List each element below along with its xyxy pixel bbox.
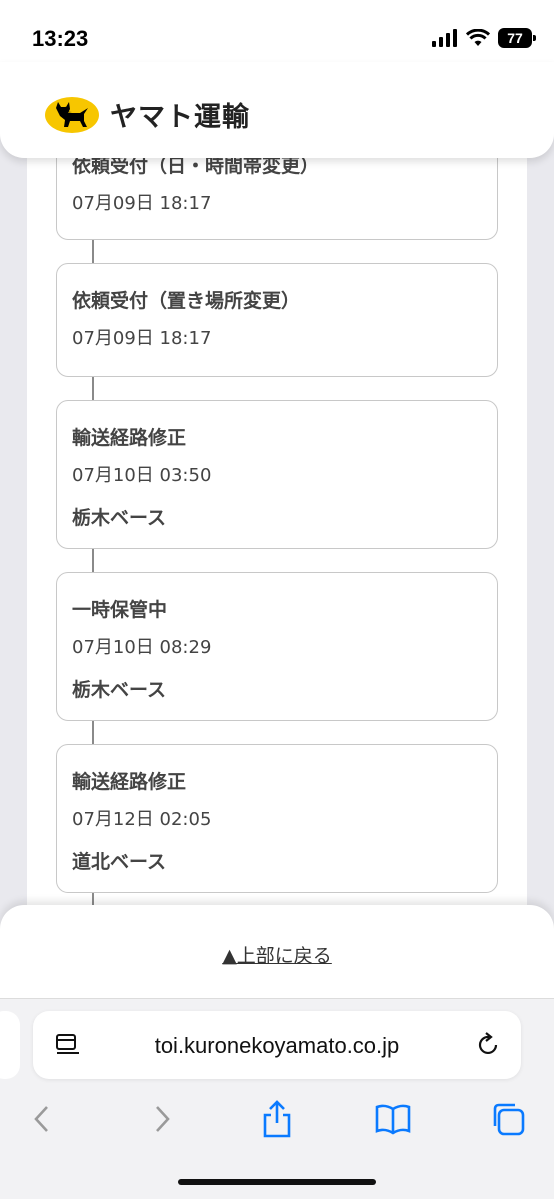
- event-datetime: 07月10日 08:29: [72, 637, 212, 658]
- event-datetime: 07月12日 02:05: [72, 809, 212, 830]
- event-datetime: 07月09日 18:17: [72, 328, 212, 349]
- logo-text: ヤマト運輸: [110, 102, 250, 133]
- address-bar[interactable]: toi.kuronekoyamato.co.jp: [33, 1011, 521, 1079]
- event-title: 一時保管中: [72, 599, 168, 621]
- event-title: 輸送経路修正: [72, 427, 187, 449]
- event-datetime: 07月09日 18:17: [72, 193, 212, 214]
- tracking-event-card: 輸送経路修正 07月10日 03:50 栃木ベース: [56, 400, 498, 549]
- browser-toolbar: toi.kuronekoyamato.co.jp: [0, 998, 554, 1199]
- previous-tab-pill[interactable]: [0, 1011, 20, 1079]
- yamato-logo[interactable]: ヤマト運輸: [44, 95, 250, 134]
- home-indicator: [178, 1179, 376, 1185]
- tracking-event-card: 一時保管中 07月10日 08:29 栃木ベース: [56, 572, 498, 721]
- back-to-top-link[interactable]: ▲上部に戻る: [0, 941, 554, 968]
- event-title: 輸送経路修正: [72, 771, 187, 793]
- back-chevron-icon[interactable]: [22, 1099, 62, 1139]
- bookmarks-book-icon[interactable]: [373, 1099, 413, 1139]
- tracking-event-card: 輸送経路修正 07月12日 02:05 道北ベース: [56, 744, 498, 893]
- event-datetime: 07月10日 03:50: [72, 465, 212, 486]
- event-title: 依頼受付（置き場所変更）: [72, 290, 301, 312]
- status-icons: 77: [432, 28, 536, 48]
- forward-chevron-icon[interactable]: [142, 1099, 182, 1139]
- site-header: ヤマト運輸: [0, 62, 554, 158]
- wifi-icon: [466, 29, 490, 46]
- browser-nav-row: [0, 1099, 554, 1139]
- tracking-event-card: 依頼受付（置き場所変更） 07月09日 18:17: [56, 263, 498, 377]
- event-location: 栃木ベース: [72, 679, 167, 701]
- reload-icon[interactable]: [477, 1031, 501, 1061]
- cellular-signal-icon: [432, 29, 457, 47]
- event-location: 栃木ベース: [72, 507, 167, 529]
- battery-icon: 77: [498, 28, 536, 48]
- event-location: 道北ベース: [72, 851, 167, 873]
- tabs-icon[interactable]: [488, 1099, 528, 1139]
- back-to-top-panel: ▲上部に戻る: [0, 905, 554, 1005]
- url-text: toi.kuronekoyamato.co.jp: [154, 1033, 400, 1058]
- share-icon[interactable]: [257, 1099, 297, 1139]
- status-time: 13:23: [32, 26, 89, 51]
- black-cat-logo-icon: [45, 96, 99, 133]
